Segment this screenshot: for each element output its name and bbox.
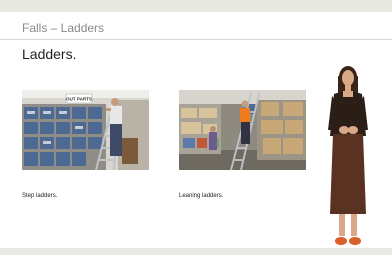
presenter-video	[322, 64, 374, 250]
slide-title: Ladders.	[22, 46, 77, 62]
sign-text: OUT PARTS	[66, 97, 92, 102]
caption-leaning-ladders: Leaning ladders.	[179, 193, 224, 199]
section-title: Falls – Ladders	[22, 21, 105, 35]
caption-step-ladders: Step ladders.	[22, 193, 58, 199]
step-ladder-photo: OUT PARTS	[22, 90, 149, 170]
slide-header: Falls – Ladders	[0, 12, 392, 40]
leaning-ladder-photo	[179, 90, 306, 170]
slide-canvas: Falls – Ladders Ladders. OUT PARTS Step …	[0, 12, 392, 248]
